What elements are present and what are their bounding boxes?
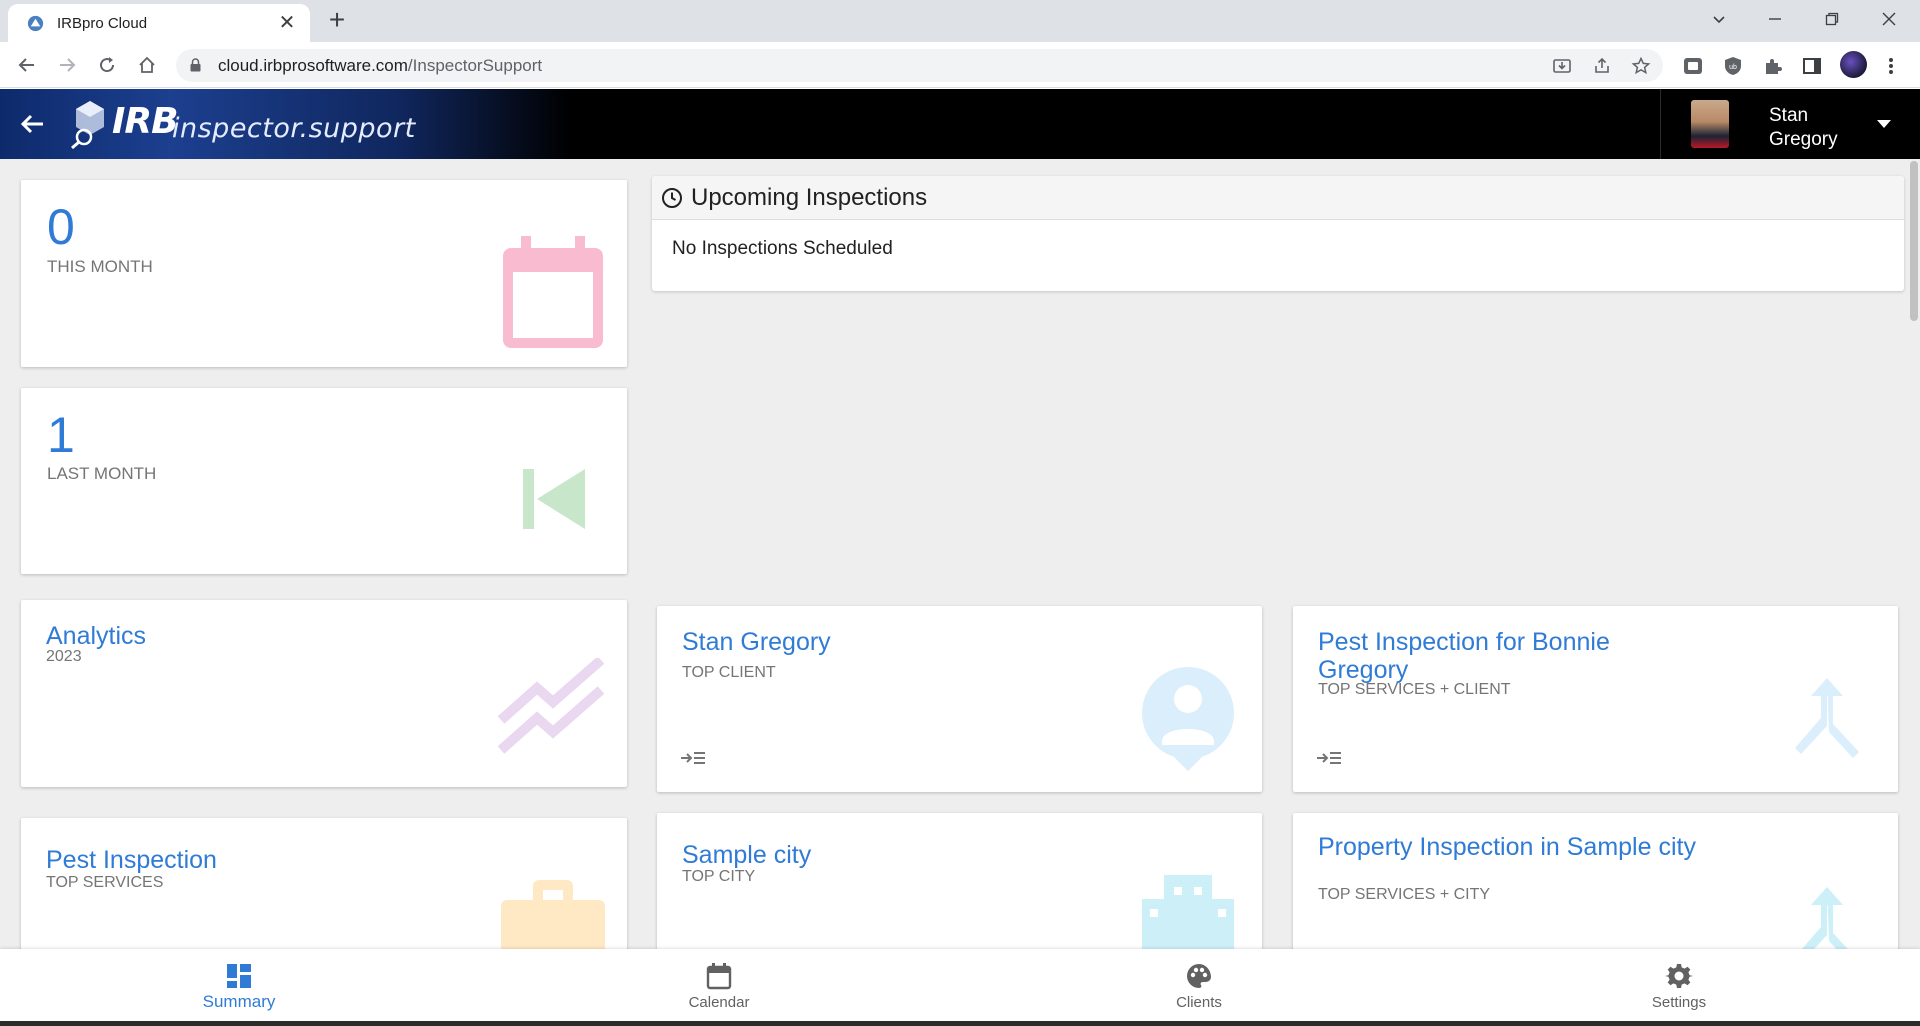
- logo-irb-text: IRB: [112, 101, 179, 142]
- nav-label: Clients: [1176, 994, 1222, 1011]
- nav-clients[interactable]: Clients: [1119, 949, 1279, 1021]
- browser-forward-icon[interactable]: [52, 50, 82, 80]
- no-inspections-message: No Inspections Scheduled: [672, 238, 893, 259]
- stat-label: LAST MONTH: [47, 464, 157, 483]
- top-client-card[interactable]: Stan Gregory TOP CLIENT: [657, 606, 1262, 792]
- nav-label: Calendar: [688, 994, 750, 1011]
- bookmark-star-icon[interactable]: [1631, 56, 1651, 76]
- merge-icon: [1801, 887, 1848, 949]
- clock-icon: [662, 188, 682, 208]
- upcoming-inspections-panel: Upcoming Inspections No Inspections Sche…: [652, 176, 1904, 291]
- lock-icon: [190, 58, 201, 72]
- card-subtitle: TOP SERVICES: [46, 874, 164, 891]
- card-subtitle: 2023: [46, 648, 82, 665]
- merge-icon: [1795, 678, 1859, 758]
- browser-tab[interactable]: IRBpro Cloud ✕: [8, 4, 310, 42]
- stat-value: 1: [47, 407, 75, 463]
- card-title: Pest Inspection: [46, 846, 217, 874]
- card-subtitle: TOP SERVICES + CLIENT: [1318, 681, 1511, 698]
- browser-toolbar: cloud.irbprosoftware.com/InspectorSuppor…: [0, 42, 1920, 88]
- user-name: Stan Gregory: [1769, 105, 1838, 150]
- person-icon: [1142, 667, 1234, 771]
- card-title: Stan Gregory: [682, 628, 831, 656]
- go-to-list-icon[interactable]: [1315, 749, 1343, 767]
- calendar-icon: [706, 963, 732, 990]
- user-menu[interactable]: Stan Gregory: [1660, 89, 1920, 159]
- share-icon[interactable]: [1592, 56, 1612, 76]
- top-services-client-card[interactable]: Pest Inspection for Bonnie Gregory TOP S…: [1293, 606, 1898, 792]
- upcoming-header: Upcoming Inspections: [652, 176, 1904, 220]
- install-app-icon[interactable]: [1552, 56, 1572, 76]
- profile-avatar-icon[interactable]: [1840, 51, 1867, 78]
- caret-down-icon[interactable]: [1877, 120, 1891, 128]
- url-text: cloud.irbprosoftware.com/InspectorSuppor…: [218, 56, 543, 75]
- logo-site-text: inspector.support: [172, 113, 416, 144]
- stat-label: THIS MONTH: [47, 257, 153, 276]
- address-bar[interactable]: cloud.irbprosoftware.com/InspectorSuppor…: [176, 49, 1663, 82]
- upcoming-title: Upcoming Inspections: [691, 184, 928, 211]
- restore-window-button[interactable]: [1809, 4, 1855, 34]
- nav-calendar[interactable]: Calendar: [639, 949, 799, 1021]
- go-to-list-icon[interactable]: [679, 749, 707, 767]
- dashboard: 0 THIS MONTH 1 LAST MONTH Upcoming Inspe…: [0, 159, 1920, 949]
- tab-search-icon[interactable]: [1696, 4, 1742, 34]
- card-subtitle: TOP SERVICES + CITY: [1318, 886, 1491, 903]
- app-header: IRB inspector.support Stan Gregory: [0, 89, 1920, 159]
- top-services-card[interactable]: Pest Inspection TOP SERVICES: [21, 818, 627, 949]
- dashboard-icon: [227, 964, 251, 988]
- svg-text:ub: ub: [1729, 64, 1737, 71]
- tab-title: IRBpro Cloud: [57, 14, 148, 32]
- tab-close-icon[interactable]: ✕: [276, 13, 298, 33]
- nav-summary[interactable]: Summary: [159, 949, 319, 1021]
- scrollbar-thumb[interactable]: [1910, 161, 1918, 321]
- card-title: Property Inspection in Sample city: [1318, 833, 1696, 861]
- back-arrow-icon[interactable]: [18, 109, 48, 139]
- new-tab-button[interactable]: +: [324, 6, 350, 34]
- extension-shield-icon[interactable]: ub: [1722, 55, 1744, 77]
- skip-previous-icon: [523, 469, 585, 529]
- browser-back-icon[interactable]: [12, 50, 42, 80]
- side-panel-icon[interactable]: [1801, 55, 1823, 77]
- gear-icon: [1665, 964, 1693, 988]
- reload-icon[interactable]: [92, 50, 122, 80]
- nav-settings[interactable]: Settings: [1599, 949, 1759, 1021]
- close-window-button[interactable]: [1866, 4, 1912, 34]
- card-subtitle: TOP CITY: [682, 868, 756, 885]
- briefcase-icon: [501, 880, 605, 949]
- card-title: Analytics: [46, 622, 147, 650]
- extension-grammar-icon[interactable]: [1682, 55, 1704, 77]
- palette-icon: [1187, 964, 1211, 988]
- home-icon[interactable]: [132, 50, 162, 80]
- inspector-logo-icon: [71, 101, 104, 149]
- analytics-card[interactable]: Analytics 2023: [21, 600, 627, 787]
- calendar-icon: [503, 236, 603, 348]
- trending-icon: [497, 658, 605, 754]
- stat-value: 0: [47, 199, 75, 255]
- browser-tab-strip: IRBpro Cloud ✕ +: [0, 0, 1920, 42]
- extensions-puzzle-icon[interactable]: [1762, 55, 1784, 77]
- card-title: Pest Inspection for Bonnie Gregory: [1318, 628, 1610, 684]
- taskbar-edge: [0, 1021, 1920, 1026]
- nav-label: Settings: [1651, 994, 1707, 1011]
- bottom-navigation: Summary Calendar Clients Settings: [0, 949, 1920, 1021]
- card-subtitle: TOP CLIENT: [682, 664, 776, 681]
- nav-label: Summary: [202, 992, 276, 1011]
- irbpro-favicon-icon: [27, 15, 44, 31]
- browser-menu-icon[interactable]: [1884, 55, 1898, 77]
- top-services-city-card[interactable]: Property Inspection in Sample city TOP S…: [1293, 813, 1898, 949]
- avatar: [1691, 100, 1729, 148]
- minimize-window-button[interactable]: [1752, 4, 1798, 34]
- building-icon: [1142, 875, 1234, 949]
- stat-card-last-month[interactable]: 1 LAST MONTH: [21, 388, 627, 574]
- top-city-card[interactable]: Sample city TOP CITY: [657, 813, 1262, 949]
- app-banner: IRB inspector.support: [0, 89, 570, 159]
- stat-card-this-month[interactable]: 0 THIS MONTH: [21, 180, 627, 367]
- card-title: Sample city: [682, 841, 812, 869]
